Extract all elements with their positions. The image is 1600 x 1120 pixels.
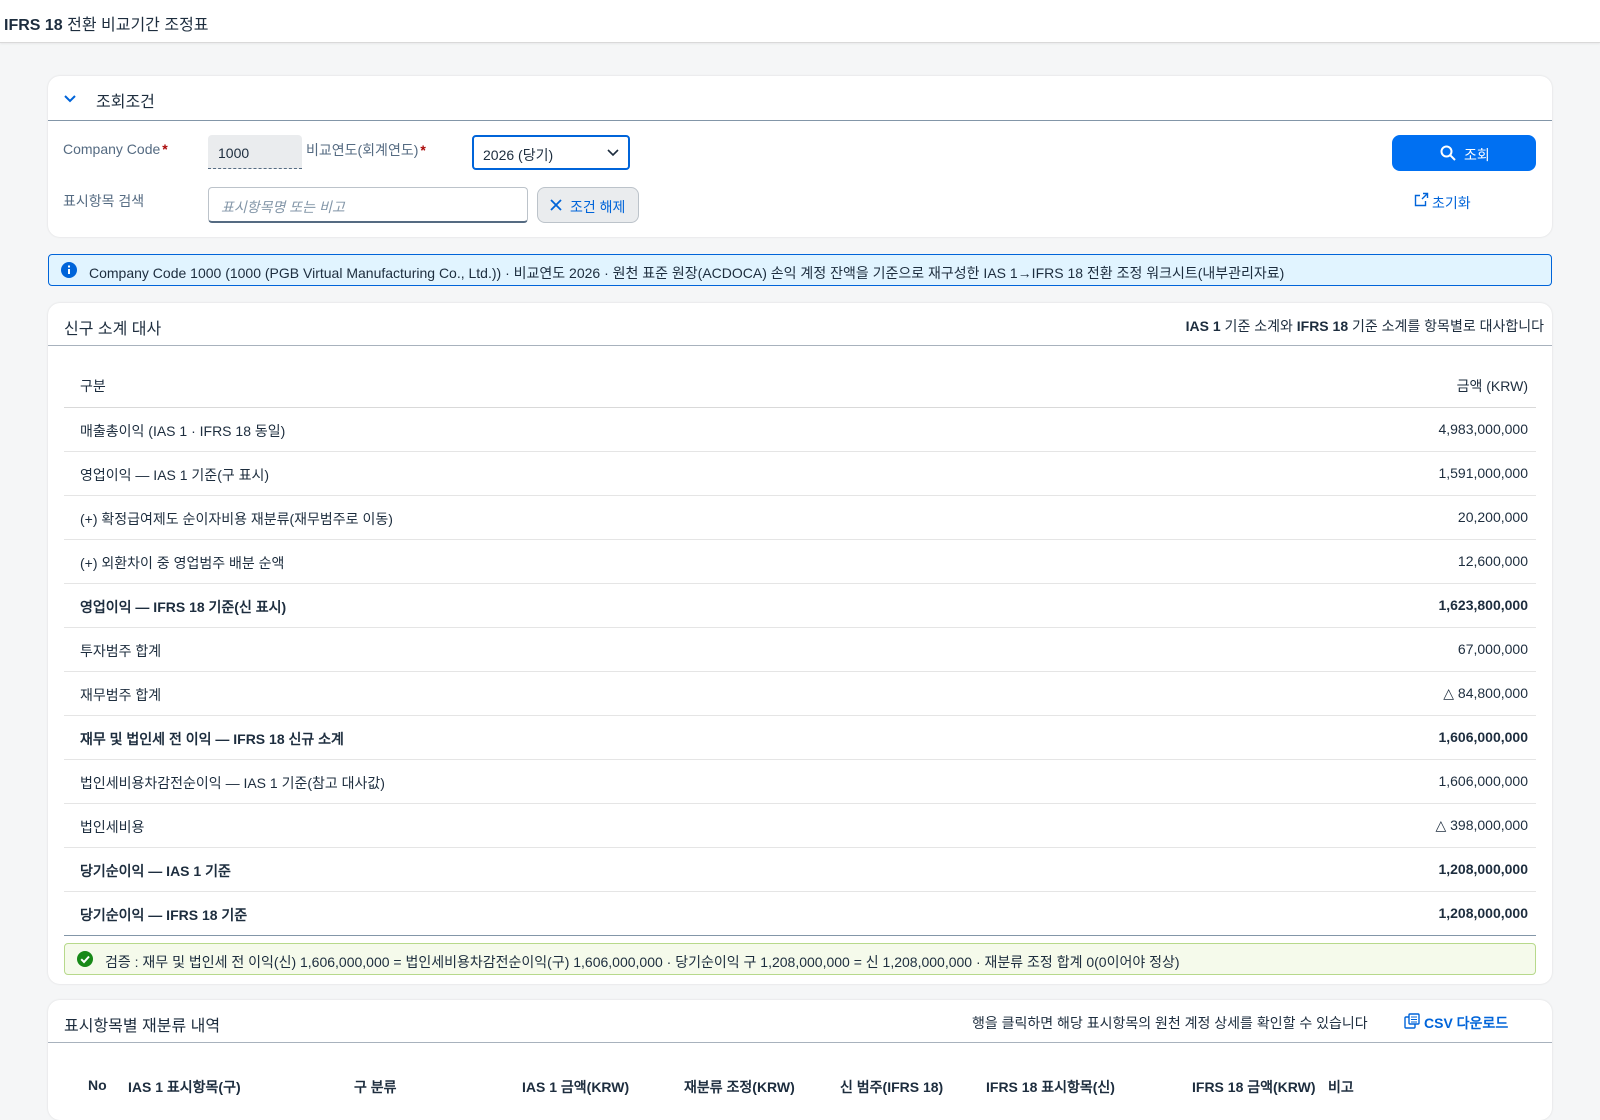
fiscal-year-value: 2026 (당기) (483, 147, 554, 163)
table-row-subtotal: 재무 및 법인세 전 이익 — IFRS 18 신규 소계 1,606,000,0… (64, 716, 1536, 760)
csv-download-label: CSV 다운로드 (1424, 1015, 1509, 1031)
column-header-reclass-adjustment[interactable]: 재분류 조정(KRW) (684, 1077, 795, 1097)
row-label: 법인세비용차감전순이익 — IAS 1 기준(참고 대사값) (80, 775, 385, 791)
row-amount: 12,600,000 (1457, 553, 1528, 569)
csv-download-button[interactable]: CSV 다운로드 (1404, 1013, 1509, 1033)
table-row: 영업이익 — IAS 1 기준(구 표시) 1,591,000,000 (64, 452, 1536, 496)
reclassification-hint: 행을 클릭하면 해당 표시항목의 원천 계정 상세를 확인할 수 있습니다 (972, 1015, 1368, 1031)
table-row: (+) 외환차이 중 영업범주 배분 순액 12,600,000 (64, 540, 1536, 584)
row-amount: 1,591,000,000 (1438, 465, 1528, 481)
info-text: Company Code 1000 (1000 (PGB Virtual Man… (89, 265, 1285, 281)
column-header-remarks[interactable]: 비고 (1328, 1077, 1354, 1097)
row-label: 당기순이익 — IFRS 18 기준 (80, 907, 248, 923)
row-label: 영업이익 — IAS 1 기준(구 표시) (80, 467, 270, 483)
column-header-ias1-item[interactable]: IAS 1 표시항목(구) (128, 1077, 241, 1097)
reconciliation-table: 구분 금액 (KRW) 매출총이익 (IAS 1 · IFRS 18 동일) 4,… (64, 362, 1536, 936)
fiscal-year-select[interactable]: 2026 (당기) (472, 135, 630, 170)
info-message: Company Code 1000 (1000 (PGB Virtual Man… (48, 254, 1552, 286)
page-title: IFRS 18 전환 비교기간 조정표 (4, 17, 209, 34)
table-row-subtotal: 당기순이익 — IAS 1 기준 1,208,000,000 (64, 848, 1536, 892)
table-header: 구분 금액 (KRW) (64, 362, 1536, 408)
reclassification-title: 표시항목별 재분류 내역 (64, 1018, 221, 1035)
company-code-field[interactable]: 1000 (208, 135, 302, 169)
filter-header[interactable]: 조회조건 (48, 76, 1552, 121)
check-circle-icon (77, 951, 93, 967)
clear-conditions-label: 조건 해제 (570, 199, 626, 215)
table-row-subtotal: 영업이익 — IFRS 18 기준(신 표시) 1,623,800,000 (64, 584, 1536, 628)
row-amount: △ 398,000,000 (1435, 817, 1528, 833)
row-amount: △ 84,800,000 (1443, 685, 1528, 701)
column-header-old-class[interactable]: 구 분류 (354, 1077, 397, 1097)
row-label: (+) 확정급여제도 순이자비용 재분류(재무범주로 이동) (80, 511, 393, 527)
row-label: (+) 외환차이 중 영업범주 배분 순액 (80, 555, 285, 571)
table-row: (+) 확정급여제도 순이자비용 재분류(재무범주로 이동) 20,200,000 (64, 496, 1536, 540)
table-row: 재무범주 합계 △ 84,800,000 (64, 672, 1536, 716)
row-label: 투자범주 합계 (80, 643, 162, 659)
row-amount: 1,606,000,000 (1438, 729, 1528, 745)
column-header-label: 구분 (80, 378, 106, 394)
row-label: 재무범주 합계 (80, 687, 162, 703)
reclassification-header: 표시항목별 재분류 내역 행을 클릭하면 해당 표시항목의 원천 계정 상세를 … (48, 1000, 1552, 1043)
reset-button[interactable]: 초기화 (1414, 192, 1471, 213)
validation-text: 검증 : 재무 및 법인세 전 이익(신) 1,606,000,000 = 법인… (105, 954, 1180, 970)
table-row: 투자범주 합계 67,000,000 (64, 628, 1536, 672)
table-row: 법인세비용 △ 398,000,000 (64, 804, 1536, 848)
search-button-label: 조회 (1464, 147, 1490, 163)
reconciliation-panel: 신구 소계 대사 IAS 1 기준 소계와 IFRS 18 기준 소계를 항목별… (48, 303, 1552, 984)
column-header-amount: 금액 (KRW) (1456, 378, 1528, 394)
info-icon (61, 262, 77, 278)
reset-button-label: 초기화 (1432, 195, 1471, 211)
table-row-subtotal: 당기순이익 — IFRS 18 기준 1,208,000,000 (64, 892, 1536, 936)
close-icon (550, 199, 562, 211)
row-amount: 1,208,000,000 (1438, 905, 1528, 921)
search-icon (1440, 145, 1456, 161)
row-amount: 1,208,000,000 (1438, 861, 1528, 877)
company-code-label: Company Code * (63, 141, 168, 157)
search-button[interactable]: 조회 (1392, 135, 1536, 171)
reset-icon (1414, 192, 1429, 207)
table-row: 법인세비용차감전순이익 — IAS 1 기준(참고 대사값) 1,606,000,… (64, 760, 1536, 804)
clear-conditions-button[interactable]: 조건 해제 (537, 187, 639, 223)
reconciliation-header: 신구 소계 대사 IAS 1 기준 소계와 IFRS 18 기준 소계를 항목별… (48, 303, 1552, 346)
column-header-ifrs18-amount[interactable]: IFRS 18 금액(KRW) (1192, 1077, 1316, 1097)
row-label: 법인세비용 (80, 819, 145, 835)
column-header-ifrs18-item[interactable]: IFRS 18 표시항목(신) (986, 1077, 1115, 1097)
reconciliation-title: 신구 소계 대사 (64, 321, 162, 338)
row-label: 영업이익 — IFRS 18 기준(신 표시) (80, 599, 287, 615)
filter-panel: 조회조건 Company Code * 1000 비교연도(회계연도) * 2026… (48, 76, 1552, 237)
row-label: 매출총이익 (IAS 1 · IFRS 18 동일) (80, 423, 286, 439)
chevron-down-icon (607, 149, 619, 157)
column-header-ias1-amount[interactable]: IAS 1 금액(KRW) (522, 1077, 629, 1097)
validation-message: 검증 : 재무 및 법인세 전 이익(신) 1,606,000,000 = 법인… (64, 943, 1536, 975)
row-amount: 1,623,800,000 (1438, 597, 1528, 613)
row-amount: 4,983,000,000 (1438, 421, 1528, 437)
table-row: 매출총이익 (IAS 1 · IFRS 18 동일) 4,983,000,000 (64, 408, 1536, 452)
reclassification-panel: 표시항목별 재분류 내역 행을 클릭하면 해당 표시항목의 원천 계정 상세를 … (48, 1000, 1552, 1120)
reconciliation-subtitle: IAS 1 기준 소계와 IFRS 18 기준 소계를 항목별로 대사합니다 (1185, 318, 1544, 334)
column-header-no[interactable]: No (88, 1077, 107, 1093)
shell-header: IFRS 18 전환 비교기간 조정표 (0, 0, 1600, 43)
row-amount: 67,000,000 (1457, 641, 1528, 657)
row-amount: 1,606,000,000 (1438, 773, 1528, 789)
column-header-new-category[interactable]: 신 범주(IFRS 18) (840, 1077, 943, 1097)
row-amount: 20,200,000 (1457, 509, 1528, 525)
item-search-label: 표시항목 검색 (63, 193, 145, 209)
row-label: 재무 및 법인세 전 이익 — IFRS 18 신규 소계 (80, 731, 344, 747)
row-label: 당기순이익 — IAS 1 기준 (80, 863, 231, 879)
spreadsheet-download-icon (1404, 1013, 1420, 1029)
item-search-input[interactable]: 표시항목명 또는 비고 (208, 187, 528, 223)
filter-title: 조회조건 (96, 94, 155, 111)
chevron-down-icon[interactable] (62, 90, 78, 106)
fiscal-year-label: 비교연도(회계연도) * (306, 142, 426, 158)
